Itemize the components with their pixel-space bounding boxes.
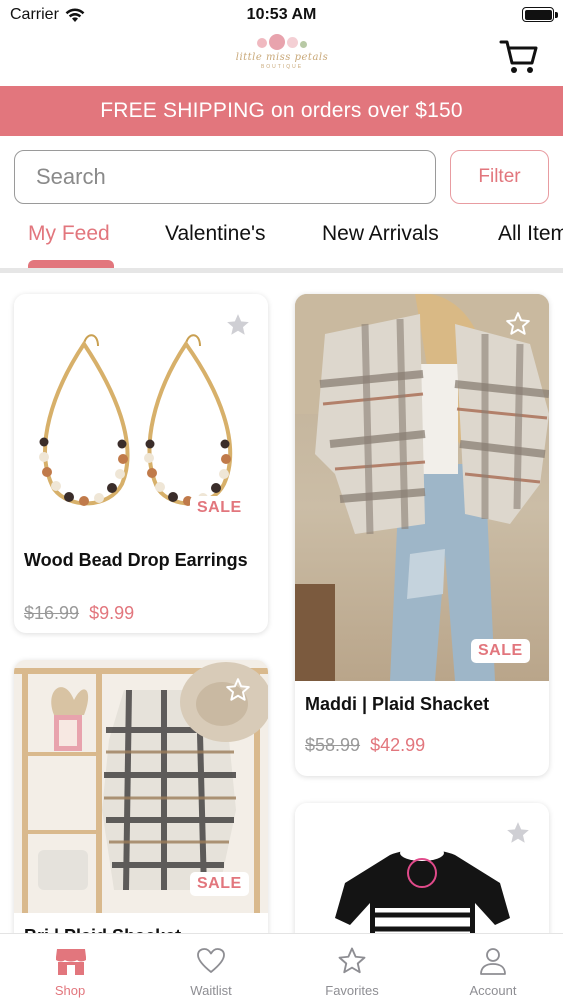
- product-name: Maddi | Plaid Shacket: [305, 694, 490, 714]
- product-card[interactable]: SALE Maddi | Plaid Shacket $58.99 $42.99: [295, 294, 549, 776]
- sale-price: $42.99: [370, 735, 426, 755]
- sale-badge: SALE: [471, 639, 530, 663]
- bottom-tab-bar: Shop Waitlist Favorites Account: [0, 933, 563, 1000]
- tabbar-waitlist[interactable]: Waitlist: [141, 934, 281, 1000]
- cart-icon[interactable]: [499, 36, 539, 76]
- favorite-star-icon[interactable]: [505, 311, 531, 337]
- search-input[interactable]: Search: [14, 150, 436, 204]
- star-icon: [338, 947, 366, 974]
- logo-text: little miss petals: [235, 52, 329, 63]
- product-image-plaid-shacket: [295, 294, 549, 681]
- search-placeholder: Search: [36, 164, 106, 189]
- tabbar-label: Shop: [54, 983, 86, 998]
- category-tabs: My Feed Valentine's New Arrivals All Ite…: [0, 212, 563, 272]
- favorite-star-icon[interactable]: [505, 820, 531, 846]
- clock: 10:53 AM: [246, 6, 317, 23]
- tabbar-shop[interactable]: Shop: [0, 934, 140, 1000]
- shop-icon: [56, 949, 86, 975]
- tab-valentines[interactable]: Valentine's: [165, 222, 266, 246]
- tab-all-items[interactable]: All Items: [498, 222, 563, 246]
- tabbar-label: Favorites: [325, 983, 379, 998]
- app-header: little miss petals BOUTIQUE: [0, 30, 563, 86]
- original-price: $58.99: [305, 735, 361, 755]
- tab-my-feed[interactable]: My Feed: [28, 222, 110, 246]
- product-name: Wood Bead Drop Earrings: [24, 550, 248, 570]
- original-price: $16.99: [24, 603, 80, 623]
- status-bar: Carrier 10:53 AM: [0, 0, 563, 30]
- sale-badge: SALE: [190, 872, 249, 896]
- tabbar-favorites[interactable]: Favorites: [282, 934, 422, 1000]
- sale-price: $9.99: [89, 603, 135, 623]
- battery-icon: [522, 7, 558, 22]
- tabs-divider: [0, 268, 563, 273]
- brand-logo[interactable]: little miss petals BOUTIQUE: [232, 32, 332, 84]
- person-icon: [480, 948, 506, 975]
- product-card[interactable]: SALE Bri | Plaid Shacket: [14, 660, 268, 950]
- floral-logo-icon: [232, 34, 332, 50]
- heart-icon: [197, 948, 225, 973]
- favorite-star-icon[interactable]: [225, 312, 251, 338]
- tab-new-arrivals[interactable]: New Arrivals: [322, 222, 439, 246]
- sale-badge: SALE: [190, 496, 249, 520]
- tabbar-label: Waitlist: [190, 983, 232, 998]
- tabbar-label: Account: [469, 983, 517, 998]
- promo-banner[interactable]: FREE SHIPPING on orders over $150: [0, 86, 563, 136]
- price-row: $58.99 $42.99: [305, 735, 425, 756]
- filter-button[interactable]: Filter: [450, 150, 549, 204]
- price-row: $16.99 $9.99: [24, 603, 134, 624]
- tabbar-account[interactable]: Account: [423, 934, 563, 1000]
- favorite-star-icon[interactable]: [225, 677, 251, 703]
- logo-subtext: BOUTIQUE: [260, 64, 304, 70]
- product-card[interactable]: SALE Wood Bead Drop Earrings $16.99 $9.9…: [14, 294, 268, 633]
